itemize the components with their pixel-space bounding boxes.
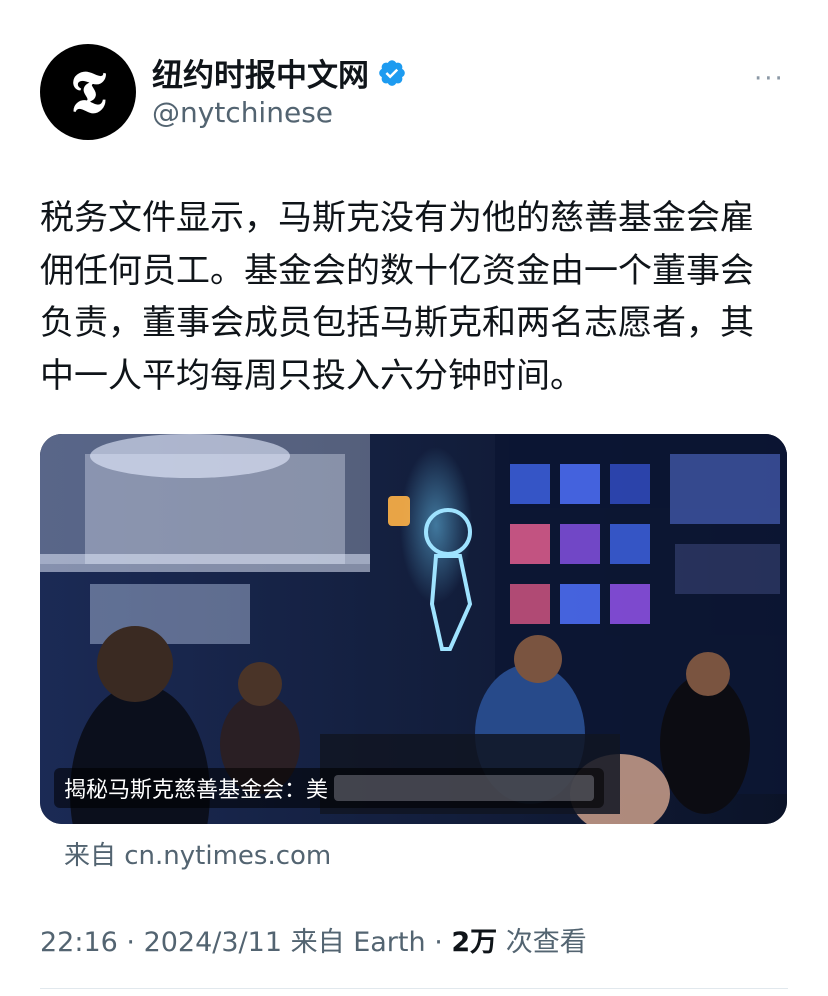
views-count[interactable]: 2万	[451, 927, 497, 958]
account-name-row: 纽约时报中文网	[152, 50, 407, 95]
meta-separator: ·	[425, 927, 452, 958]
tweet-text: 税务文件显示，马斯克没有为他的慈善基金会雇佣任何员工。基金会的数十亿资金由一个董…	[40, 198, 754, 396]
verified-badge-icon	[379, 59, 405, 86]
link-card-image[interactable]: 揭秘马斯克慈善基金会： 美	[40, 434, 787, 824]
divider	[40, 988, 788, 989]
display-name[interactable]: 纽约时报中文网	[152, 50, 369, 95]
bar-scene-image	[40, 434, 787, 824]
caption-blurred-overlay	[334, 775, 595, 801]
caption-text: 揭秘马斯克慈善基金会：	[64, 778, 307, 803]
tweet-meta: 22:16 · 2024/3/11 来自 Earth · 2万 次查看	[40, 920, 587, 959]
more-options-icon[interactable]: ···	[754, 64, 785, 94]
meta-separator: ·	[117, 927, 144, 958]
handle[interactable]: @nytchinese	[152, 96, 333, 129]
tweet-source: 来自 Earth	[290, 927, 426, 958]
avatar[interactable]: 𝕿	[40, 44, 136, 140]
tweet-date[interactable]: 2024/3/11	[144, 927, 282, 958]
views-label: 次查看	[497, 927, 587, 958]
link-card-caption: 揭秘马斯克慈善基金会： 美	[54, 768, 605, 808]
caption-partial: 美	[306, 778, 329, 803]
tweet-time[interactable]: 22:16	[40, 927, 118, 958]
link-source[interactable]: 来自 cn.nytimes.com	[64, 835, 331, 872]
